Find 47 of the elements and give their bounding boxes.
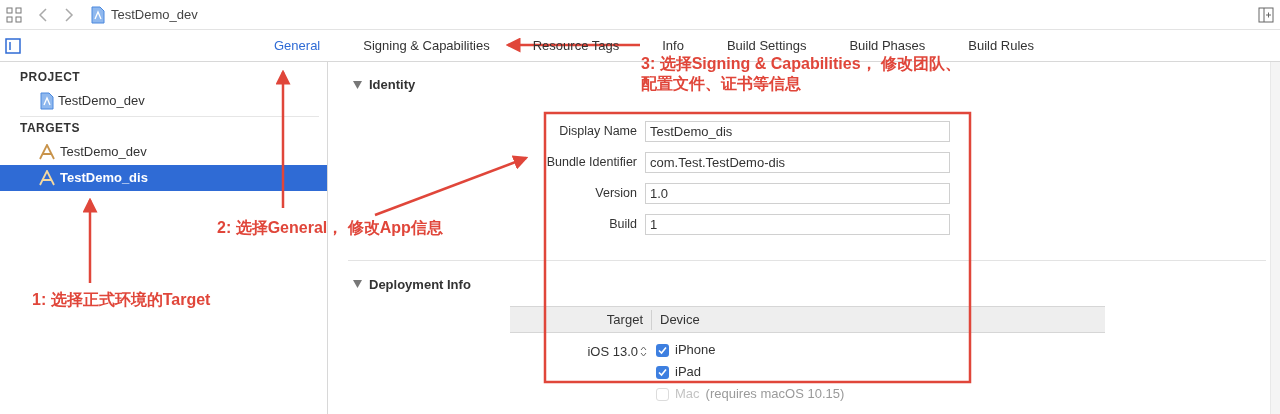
input-field[interactable]: 1	[645, 213, 950, 235]
checkbox-label: iPad	[675, 363, 702, 382]
input-field[interactable]: com.Test.TestDemo-dis	[645, 151, 950, 173]
checkbox[interactable]	[656, 343, 669, 357]
annotation-text: 1: 选择正式环境的Target	[32, 290, 211, 310]
input-field[interactable]: 1.0	[645, 182, 950, 204]
tab[interactable]: Build Rules	[968, 35, 1035, 56]
section-heading: TARGETS	[20, 120, 80, 137]
checkbox[interactable]	[656, 365, 669, 379]
section-heading: PROJECT	[20, 69, 81, 86]
file-icon	[91, 5, 105, 24]
disclosure-triangle-icon[interactable]	[353, 280, 362, 289]
sidebar-item[interactable]: TestDemo_dis	[0, 165, 327, 191]
tab[interactable]: General	[274, 35, 321, 56]
tab[interactable]: Build Phases	[849, 35, 926, 56]
annotation-text: 2: 选择General， 修改App信息	[217, 218, 443, 238]
file-title: TestDemo_dev	[111, 5, 198, 24]
annotation-text: 3: 选择Signing & Capabilities， 修改团队、 配置文件、证书等信息	[641, 54, 962, 94]
section-title: Deployment Info	[369, 275, 471, 294]
checkbox-label: Mac	[675, 385, 700, 404]
column-header: Target	[605, 310, 643, 329]
sidebar-item[interactable]: TestDemo_dev	[0, 139, 327, 165]
scrollbar[interactable]	[1270, 62, 1280, 414]
field-label: Display Name	[559, 122, 637, 140]
forward-icon[interactable]	[64, 7, 74, 22]
tab[interactable]: Info	[662, 35, 684, 56]
tab[interactable]: Build Settings	[726, 35, 807, 56]
disclosure-triangle-icon[interactable]	[353, 80, 362, 89]
tab[interactable]: Signing & Capabilities	[363, 35, 490, 56]
input-field[interactable]: TestDemo_dis	[645, 120, 950, 142]
checkbox-note: (requires macOS 10.15)	[705, 385, 845, 404]
field-label: Version	[595, 184, 637, 202]
stepper-icon[interactable]	[640, 346, 647, 358]
column-header: Device	[660, 310, 700, 329]
sidebar-item[interactable]: TestDemo_dev	[0, 88, 327, 114]
add-panel-icon[interactable]	[1258, 6, 1274, 23]
checkbox-label: iPhone	[675, 341, 716, 360]
back-icon[interactable]	[38, 7, 48, 22]
field-label: Build	[609, 215, 637, 233]
sidebar-toggle-icon[interactable]	[5, 37, 21, 54]
file-icon	[40, 92, 54, 110]
target-icon	[38, 144, 56, 160]
section-title: Identity	[369, 76, 416, 94]
grid-icon[interactable]	[6, 6, 22, 23]
target-version-picker[interactable]: iOS 13.0	[587, 342, 647, 362]
field-label: Bundle Identifier	[546, 153, 637, 171]
target-icon	[38, 170, 56, 186]
